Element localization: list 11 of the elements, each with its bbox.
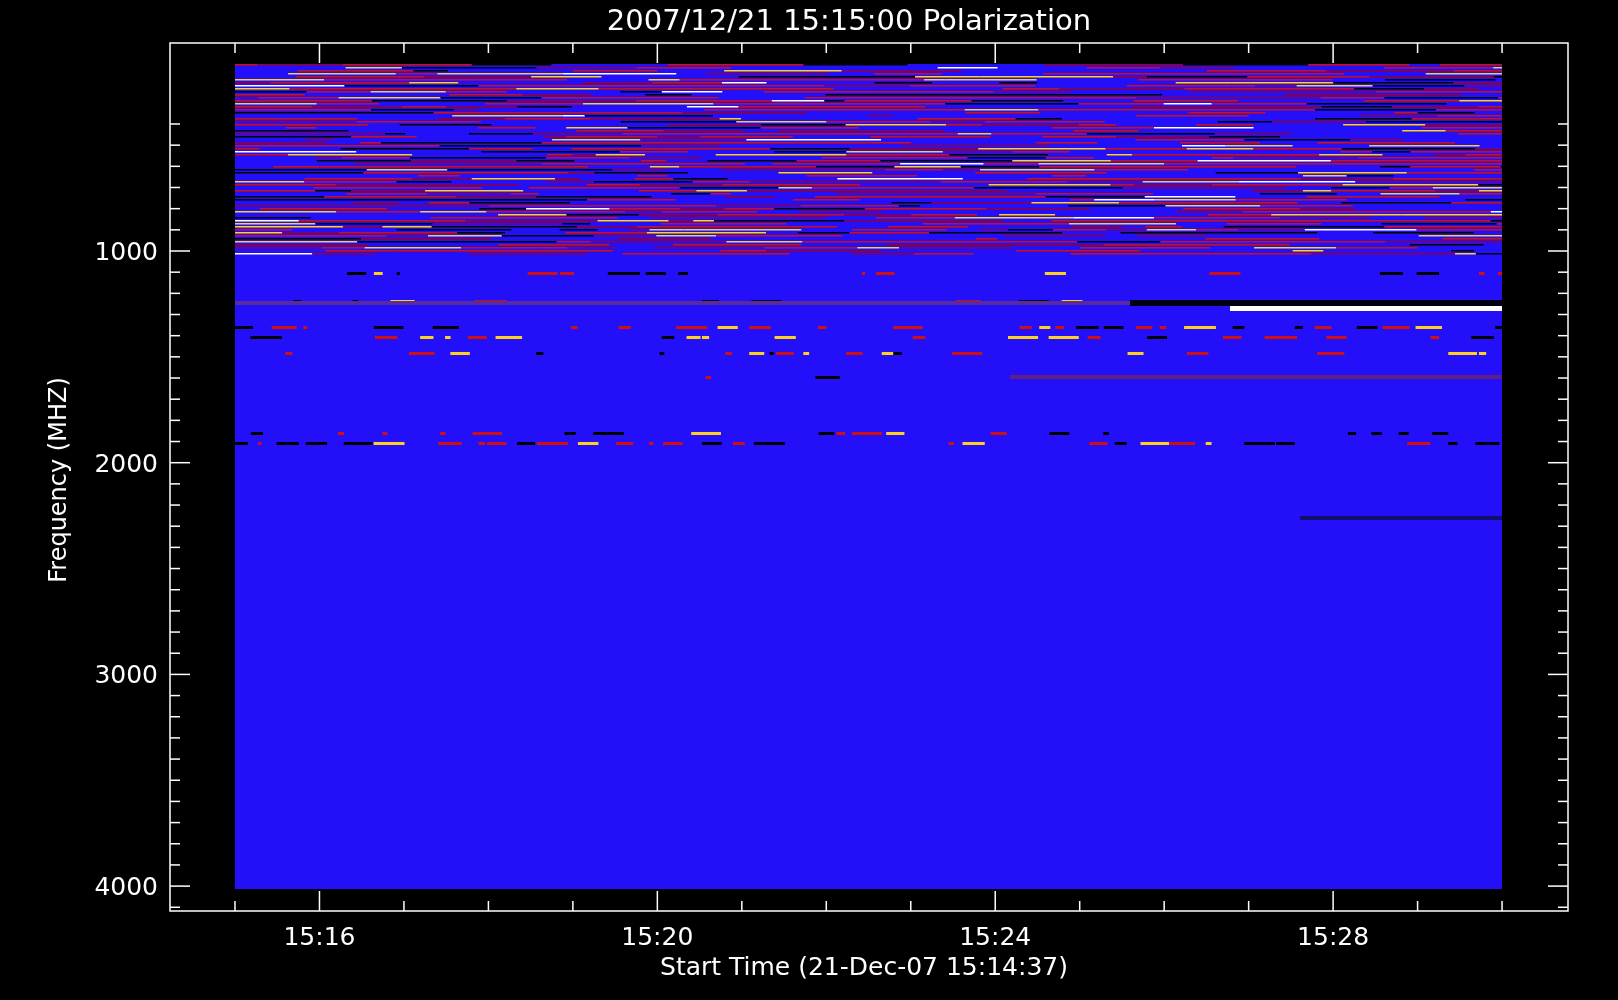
tick-label: 15:16 <box>283 922 356 951</box>
axis-title: Frequency (MHZ) <box>44 377 72 583</box>
tick-label: 4000 <box>94 872 158 902</box>
tick-label: 3000 <box>94 660 158 690</box>
tick-label: 15:24 <box>959 922 1032 951</box>
axis-title: Start Time (21-Dec-07 15:14:37) <box>660 952 1068 981</box>
chart-title: 2007/12/21 15:15:00 Polarization <box>606 3 1092 37</box>
tick-label: 15:20 <box>621 922 694 951</box>
tick-label: 1000 <box>94 237 158 266</box>
tick-label: 15:28 <box>1297 922 1370 951</box>
tick-label: 2000 <box>94 448 158 478</box>
